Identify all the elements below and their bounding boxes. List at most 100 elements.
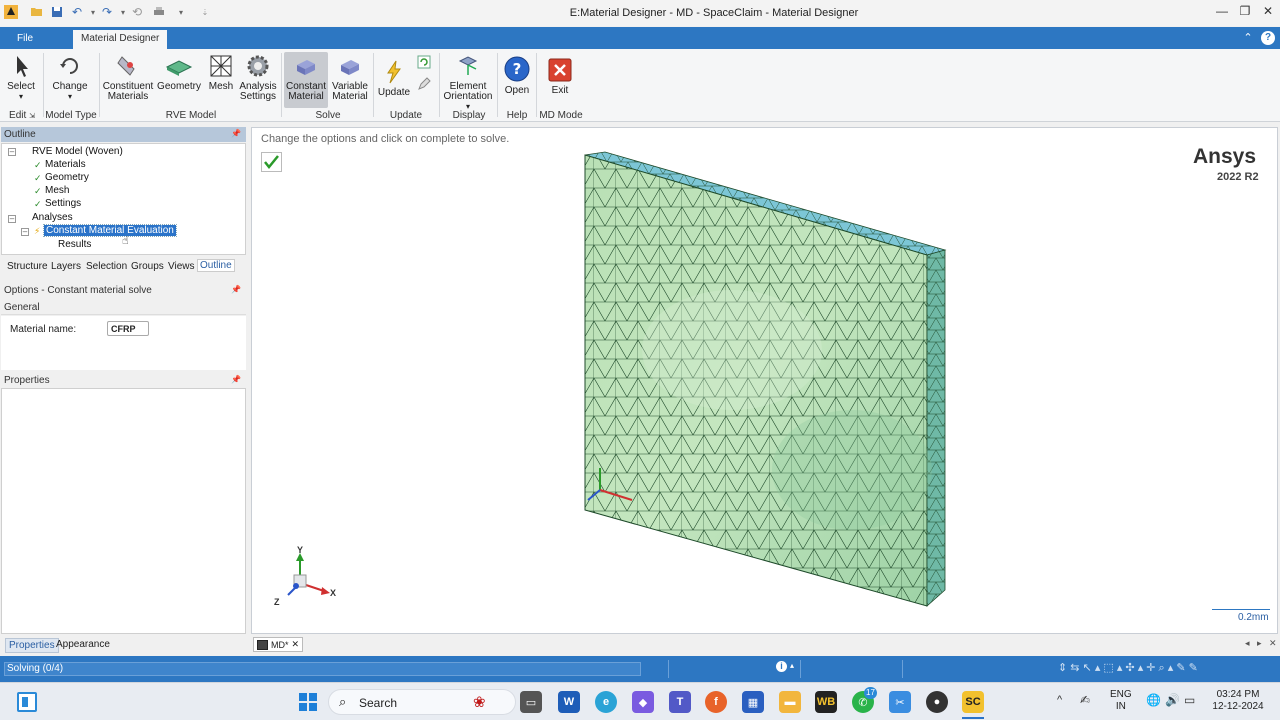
tree-node-settings[interactable]: Settings	[45, 198, 81, 209]
tab-structure[interactable]: Structure	[7, 261, 48, 272]
pin-icon[interactable]: 📌	[231, 375, 241, 384]
cursor-icon	[17, 56, 28, 77]
store-icon[interactable]: ▦	[742, 691, 764, 713]
tree-node-results[interactable]: Results	[58, 239, 91, 250]
group-md-mode: MD Mode	[539, 110, 583, 121]
windows-start-icon[interactable]	[298, 692, 318, 712]
viewport-hint: Change the options and click on complete…	[261, 133, 510, 145]
material-name-label: Material name:	[10, 324, 77, 335]
tab-file[interactable]: File	[9, 30, 41, 49]
status-tools-icon[interactable]: ⇕ ⇆ ↖ ▴ ⬚ ▴ ✣ ▴ ✛ ⌕ ▴ ✎ ✎	[1058, 661, 1198, 675]
workbench-icon[interactable]: WB	[815, 691, 837, 713]
tree-node-geometry[interactable]: Geometry	[45, 172, 89, 183]
mesh-button[interactable]: Mesh	[205, 53, 237, 92]
change-button[interactable]: Change ▾	[48, 53, 92, 102]
collapse-icon[interactable]: –	[8, 215, 16, 223]
constant-material-button[interactable]: Constant Material	[284, 52, 328, 108]
tab-selection[interactable]: Selection	[86, 261, 127, 272]
copilot-icon[interactable]: ◆	[632, 691, 654, 713]
taskbar-search[interactable]: ⌕ Search ❀	[328, 689, 516, 715]
tree-node-rve-model[interactable]: RVE Model (Woven)	[32, 146, 123, 157]
doc-tab-md[interactable]: MD* ✕	[253, 637, 304, 652]
edit-small-icon[interactable]	[417, 77, 431, 91]
volume-icon[interactable]: 🔊	[1165, 693, 1180, 707]
tree-node-materials[interactable]: Materials	[45, 159, 86, 170]
pin-icon[interactable]: 📌	[231, 285, 241, 294]
variable-material-button[interactable]: Variable Material	[330, 53, 370, 102]
close-button[interactable]: ✕	[1257, 2, 1279, 20]
mesh-model[interactable]	[572, 150, 952, 610]
help-icon[interactable]: ?	[1261, 31, 1275, 45]
language-indicator[interactable]: ENG IN	[1110, 689, 1132, 713]
element-orientation-label: Element Orientation	[443, 81, 493, 102]
spaceclaim-icon[interactable]: SC	[962, 691, 984, 713]
group-rve-model: RVE Model	[165, 110, 217, 121]
tab-groups[interactable]: Groups	[131, 261, 164, 272]
tab-appearance[interactable]: Appearance	[53, 638, 113, 651]
select-button[interactable]: Select ▾	[4, 53, 38, 102]
collapse-icon[interactable]: –	[8, 148, 16, 156]
complete-button[interactable]	[261, 152, 282, 172]
material-name-field[interactable]: CFRP	[107, 321, 149, 336]
snipping-tool-icon[interactable]: ✂	[889, 691, 911, 713]
check-icon: ✓	[34, 199, 42, 209]
constant-material-icon	[297, 60, 315, 75]
tree-node-constant-material-evaluation[interactable]: Constant Material Evaluation	[43, 224, 177, 237]
close-tab-icon[interactable]: ✕	[292, 639, 300, 650]
restore-button[interactable]: ❐	[1234, 2, 1256, 20]
clock-time: 03:24 PM	[1216, 689, 1260, 700]
battery-icon[interactable]: ▭	[1184, 693, 1195, 707]
collapse-ribbon-icon[interactable]: ⌃	[1241, 31, 1255, 45]
info-dropdown-icon[interactable]: ▴	[790, 661, 794, 670]
tab-properties[interactable]: Properties	[5, 638, 59, 653]
edge-icon[interactable]: e	[595, 691, 617, 713]
task-view-icon[interactable]: ▭	[520, 691, 542, 713]
update-button[interactable]: Update	[376, 59, 412, 98]
scroll-right-icon[interactable]: ▸	[1257, 638, 1262, 649]
outline-header: Outline 📌	[1, 127, 246, 142]
holiday-decoration-icon: ❀	[473, 694, 486, 711]
teams-icon[interactable]: T	[669, 691, 691, 713]
progress-bar: Solving (0/4)	[4, 662, 641, 676]
scale-bar-label: 0.2mm	[1238, 612, 1269, 623]
info-icon[interactable]: i	[776, 661, 787, 672]
widgets-icon[interactable]	[17, 692, 37, 712]
tab-material-designer[interactable]: Material Designer	[73, 30, 168, 49]
check-icon: ✓	[34, 160, 42, 170]
3d-viewport[interactable]: Change the options and click on complete…	[251, 127, 1278, 634]
firefox-icon[interactable]: f	[705, 691, 727, 713]
tab-layers[interactable]: Layers	[51, 261, 81, 272]
tree-node-analyses[interactable]: Analyses	[32, 212, 73, 223]
file-explorer-icon[interactable]: ▬	[779, 691, 801, 713]
minimize-button[interactable]: —	[1211, 2, 1233, 20]
geometry-button[interactable]: Geometry	[156, 53, 202, 92]
recorder-icon[interactable]: ●	[926, 691, 948, 713]
element-orientation-button[interactable]: Element Orientation ▾	[442, 53, 494, 112]
tray-chevron-icon[interactable]: ^	[1057, 694, 1062, 706]
refresh-small-icon[interactable]	[417, 55, 431, 69]
word-icon[interactable]: W	[558, 691, 580, 713]
ribbon: Select ▾ Edit ⇲ Change ▾ Model Type Consti…	[0, 49, 1280, 122]
bottom-panel-tabs: Properties Appearance	[1, 636, 246, 653]
search-icon: ⌕	[339, 694, 347, 709]
analysis-settings-button[interactable]: Analysis Settings	[239, 53, 277, 102]
clock[interactable]: 03:24 PM 12-12-2024	[1208, 689, 1268, 713]
scroll-left-icon[interactable]: ◂	[1245, 638, 1250, 649]
tab-outline[interactable]: Outline	[197, 259, 235, 272]
mouse-pointer-icon: ☝	[122, 235, 129, 247]
geometry-icon	[165, 60, 193, 76]
exit-button[interactable]: Exit	[540, 57, 580, 96]
network-icon[interactable]: 🌐	[1146, 693, 1161, 707]
tree-node-mesh[interactable]: Mesh	[45, 185, 69, 196]
pin-icon[interactable]: 📌	[231, 129, 241, 138]
materials-icon	[117, 56, 135, 76]
refresh-icon	[60, 58, 78, 74]
tab-views[interactable]: Views	[168, 261, 195, 272]
collapse-icon[interactable]: –	[21, 228, 29, 236]
constituent-materials-button[interactable]: Constituent Materials	[102, 53, 154, 102]
pen-icon[interactable]: ✍	[1080, 693, 1090, 707]
select-label: Select	[7, 81, 35, 92]
open-help-button[interactable]: ? Open	[500, 55, 534, 96]
ansys-version: 2022 R2	[1217, 171, 1259, 183]
close-doc-icon[interactable]: ✕	[1269, 638, 1277, 649]
